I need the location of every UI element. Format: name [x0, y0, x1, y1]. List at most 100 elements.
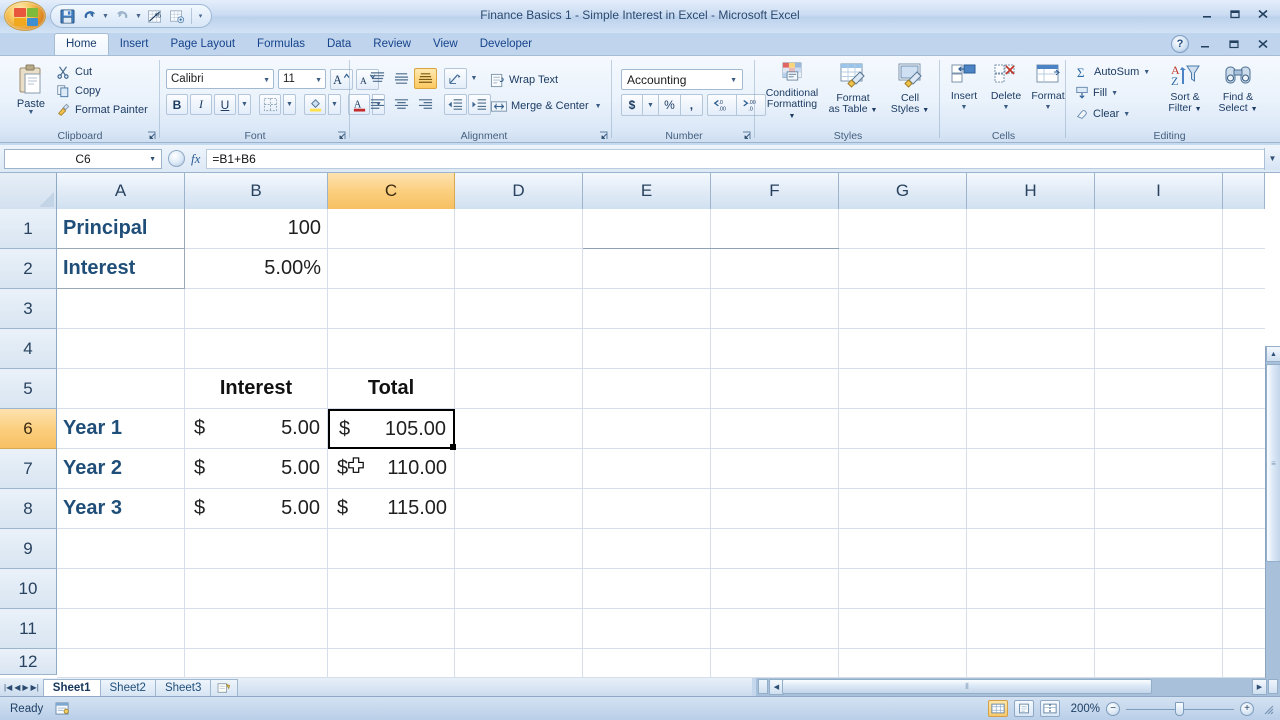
- clipboard-dialog-launcher[interactable]: [146, 131, 157, 142]
- cell-J8[interactable]: [1223, 489, 1265, 529]
- cell-H1[interactable]: [967, 209, 1095, 249]
- cell-F3[interactable]: [711, 289, 839, 329]
- cell-I7[interactable]: [1095, 449, 1223, 489]
- cell-A6[interactable]: Year 1: [57, 409, 185, 449]
- insert-cells-button[interactable]: Insert ▼: [943, 61, 985, 123]
- status-macro-icon[interactable]: [55, 702, 70, 715]
- page-layout-view-button[interactable]: [1014, 700, 1034, 717]
- conditional-formatting-button[interactable]: Conditional Formatting ▼: [761, 61, 823, 123]
- cell-J4[interactable]: [1223, 329, 1265, 369]
- align-center-button[interactable]: [390, 94, 413, 115]
- cell-J7[interactable]: [1223, 449, 1265, 489]
- column-header-E[interactable]: E: [583, 173, 711, 209]
- cell-C9[interactable]: [328, 529, 455, 569]
- row-header-8[interactable]: 8: [0, 489, 57, 529]
- cell-G10[interactable]: [839, 569, 967, 609]
- number-dialog-launcher[interactable]: [741, 131, 752, 142]
- alignment-dialog-launcher[interactable]: [598, 131, 609, 142]
- horizontal-scroll-thumb[interactable]: ⦀: [782, 679, 1152, 694]
- accounting-format-button[interactable]: $: [621, 94, 643, 116]
- cell-H2[interactable]: [967, 249, 1095, 289]
- cell-G1[interactable]: [839, 209, 967, 249]
- cell-H12[interactable]: [967, 649, 1095, 678]
- cell-E7[interactable]: [583, 449, 711, 489]
- cell-C5[interactable]: Total: [328, 369, 455, 409]
- expand-formula-bar-icon[interactable]: ▼: [1264, 148, 1280, 170]
- cell-J2[interactable]: [1223, 249, 1265, 289]
- fill-button[interactable]: Fill ▼: [1075, 83, 1118, 103]
- paste-dropdown-icon[interactable]: ▼: [28, 110, 35, 116]
- cell-I3[interactable]: [1095, 289, 1223, 329]
- zoom-in-button[interactable]: +: [1240, 702, 1254, 716]
- cell-A11[interactable]: [57, 609, 185, 649]
- font-size-combo[interactable]: 11 ▼: [278, 69, 326, 89]
- cell-D6[interactable]: [455, 409, 583, 449]
- sort-filter-button[interactable]: A Z Sort & Filter ▼: [1159, 61, 1211, 123]
- cell-I5[interactable]: [1095, 369, 1223, 409]
- cell-F5[interactable]: [711, 369, 839, 409]
- cell-A8[interactable]: Year 3: [57, 489, 185, 529]
- cell-D8[interactable]: [455, 489, 583, 529]
- cell-D7[interactable]: [455, 449, 583, 489]
- chevron-down-icon[interactable]: ▼: [730, 77, 737, 84]
- cell-D12[interactable]: [455, 649, 583, 678]
- cell-F4[interactable]: [711, 329, 839, 369]
- cell-J3[interactable]: [1223, 289, 1265, 329]
- accounting-format-dropdown-icon[interactable]: ▼: [643, 94, 659, 116]
- cell-C8[interactable]: $ 115.00: [328, 489, 455, 529]
- cell-B11[interactable]: [185, 609, 328, 649]
- copy-button[interactable]: Copy: [56, 81, 152, 100]
- column-header-B[interactable]: B: [185, 173, 328, 209]
- row-header-1[interactable]: 1: [0, 209, 57, 249]
- cell-D11[interactable]: [455, 609, 583, 649]
- cell-A5[interactable]: [57, 369, 185, 409]
- cell-B12[interactable]: [185, 649, 328, 678]
- formula-bar-toggle[interactable]: [168, 150, 185, 167]
- tab-page-layout[interactable]: Page Layout: [159, 34, 246, 55]
- underline-dropdown-icon[interactable]: ▼: [238, 94, 251, 115]
- cell-B1[interactable]: 100: [185, 209, 328, 249]
- cell-F2[interactable]: [711, 249, 839, 289]
- align-right-button[interactable]: [414, 94, 437, 115]
- last-sheet-icon[interactable]: ▶|: [31, 683, 39, 692]
- cell-G7[interactable]: [839, 449, 967, 489]
- align-top-button[interactable]: [366, 68, 389, 89]
- cell-G4[interactable]: [839, 329, 967, 369]
- cell-A9[interactable]: [57, 529, 185, 569]
- cell-G9[interactable]: [839, 529, 967, 569]
- cell-J10[interactable]: [1223, 569, 1265, 609]
- split-handle-right[interactable]: [1268, 679, 1278, 694]
- cell-B7[interactable]: $ 5.00: [185, 449, 328, 489]
- merge-center-button[interactable]: Merge & Center ▼: [486, 96, 606, 116]
- tab-view[interactable]: View: [422, 34, 469, 55]
- italic-button[interactable]: I: [190, 94, 212, 115]
- column-header-G[interactable]: G: [839, 173, 967, 209]
- format-dropdown-icon[interactable]: ▼: [1045, 102, 1052, 113]
- row-header-2[interactable]: 2: [0, 249, 57, 289]
- vertical-scrollbar[interactable]: ▲ ≡ ▼: [1265, 346, 1280, 720]
- cell-A10[interactable]: [57, 569, 185, 609]
- cell-F6[interactable]: [711, 409, 839, 449]
- cell-G2[interactable]: [839, 249, 967, 289]
- cell-E6[interactable]: [583, 409, 711, 449]
- clear-button[interactable]: Clear ▼: [1075, 104, 1130, 124]
- cell-G12[interactable]: [839, 649, 967, 678]
- cell-G11[interactable]: [839, 609, 967, 649]
- cell-G5[interactable]: [839, 369, 967, 409]
- cell-E12[interactable]: [583, 649, 711, 678]
- percent-style-button[interactable]: %: [659, 94, 681, 116]
- row-header-11[interactable]: 11: [0, 609, 57, 649]
- cell-F12[interactable]: [711, 649, 839, 678]
- zoom-slider[interactable]: [1126, 702, 1234, 716]
- column-header-I[interactable]: I: [1095, 173, 1223, 209]
- cell-J9[interactable]: [1223, 529, 1265, 569]
- prev-sheet-icon[interactable]: ◀: [14, 683, 20, 692]
- orientation-button[interactable]: [444, 68, 467, 89]
- cell-J5[interactable]: [1223, 369, 1265, 409]
- cell-E1[interactable]: [583, 209, 711, 249]
- wrap-text-button[interactable]: Wrap Text: [486, 70, 562, 90]
- cell-A3[interactable]: [57, 289, 185, 329]
- cell-F8[interactable]: [711, 489, 839, 529]
- cell-C6[interactable]: $ 105.00: [328, 409, 455, 449]
- cell-H3[interactable]: [967, 289, 1095, 329]
